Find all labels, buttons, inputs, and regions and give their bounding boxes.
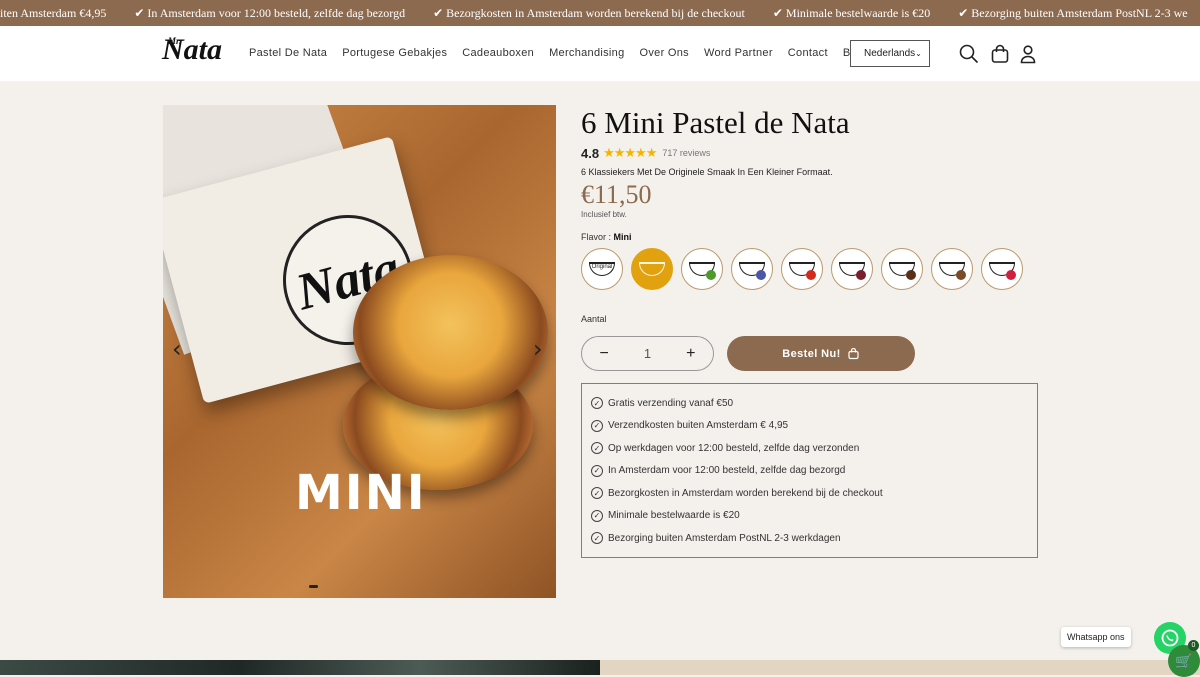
feature-text: Op werkdagen voor 12:00 besteld, zelfde … [608, 442, 860, 454]
product-info: 6 Mini Pastel de Nata 4.8 ★★★★★ 717 revi… [581, 105, 1041, 558]
pastel-image [353, 255, 548, 410]
flavor-accent-icon [956, 270, 966, 280]
rating-score: 4.8 [581, 145, 600, 161]
product-tagline: 6 Klassiekers Met De Originele Smaak In … [581, 167, 833, 177]
account-icon[interactable] [1017, 43, 1039, 65]
check-icon: ✓ [591, 397, 603, 410]
swatch-label: Original [591, 264, 613, 270]
logo-prefix: Mr. [168, 36, 182, 46]
feature-text: Gratis verzending vanaf €50 [608, 397, 734, 409]
flavor-swatch-apple[interactable] [781, 248, 823, 290]
flavor-accent-icon [806, 270, 816, 280]
search-icon[interactable] [958, 43, 980, 65]
check-icon: ✓ [591, 464, 603, 477]
star-rating-icon: ★★★★★ [603, 145, 657, 160]
announcement-ticker: iten Amsterdam €4,95 ✔ In Amsterdam voor… [0, 0, 1200, 26]
flavor-selected: Mini [613, 232, 632, 242]
ticker-item: iten Amsterdam €4,95 [0, 5, 107, 20]
flavor-swatches: Original [581, 248, 1041, 290]
flavor-swatch-coffee[interactable] [931, 248, 973, 290]
flavor-swatch-matcha[interactable] [681, 248, 723, 290]
flavor-accent-icon [706, 270, 716, 280]
nav-item-portugese-gebakjes[interactable]: Portugese Gebakjes [342, 47, 447, 59]
next-arrow-icon[interactable]: › [533, 335, 543, 363]
order-button[interactable]: Bestel Nu! [727, 336, 915, 371]
language-select[interactable]: Nederlands ⌄ [850, 40, 930, 67]
nav-item-word-partner[interactable]: Word Partner [704, 47, 773, 59]
minus-icon[interactable]: − [600, 345, 609, 363]
nav-item-contact[interactable]: Contact [788, 47, 828, 59]
nav-item-merchandising[interactable]: Merchandising [549, 47, 624, 59]
feature-text: Bezorgkosten in Amsterdam worden bereken… [608, 487, 883, 499]
flavor-accent-icon [756, 270, 766, 280]
check-icon: ✓ [591, 509, 603, 522]
ticker-item: ✔ Bezorgkosten in Amsterdam worden berek… [433, 5, 745, 20]
ticker-item: ✔ In Amsterdam voor 12:00 besteld, zelfd… [134, 5, 406, 20]
flavor-accent-icon [906, 270, 916, 280]
product-price: €11,50 [581, 180, 652, 209]
order-button-label: Bestel Nu! [782, 347, 841, 360]
flavor-accent-icon [856, 270, 866, 280]
list-item: ✓ Bezorgkosten in Amsterdam worden bereke… [591, 482, 1027, 505]
site-logo[interactable]: Mr. Nata [162, 35, 222, 65]
whatsapp-label[interactable]: Whatsapp ons [1061, 627, 1131, 647]
nav-item-over-ons[interactable]: Over Ons [640, 47, 689, 59]
flavor-swatch-original[interactable]: Original [581, 248, 623, 290]
site-header: Mr. Nata Pastel De Nata Portugese Gebakj… [0, 26, 1200, 81]
list-item: ✓ Bezorging buiten Amsterdam PostNL 2-3 w… [591, 527, 1027, 550]
vat-note: Inclusief btw. [581, 210, 627, 219]
feature-text: In Amsterdam voor 12:00 besteld, zelfde … [608, 465, 846, 477]
ticker-item: ✔ Bezorging buiten Amsterdam PostNL 2-3 … [958, 5, 1188, 20]
check-icon: ✓ [591, 442, 603, 455]
flavor-swatch-chocolate[interactable] [881, 248, 923, 290]
check-icon: ✓ [591, 532, 603, 545]
quantity-label: Aantal [581, 314, 607, 324]
bowl-icon [639, 262, 665, 276]
list-item: ✓ Op werkdagen voor 12:00 besteld, zelfde… [591, 437, 1027, 460]
list-item: ✓ Verzendkosten buiten Amsterdam € 4,95 [591, 415, 1027, 438]
nav-item-cadeauboxen[interactable]: Cadeauboxen [462, 47, 534, 59]
quantity-stepper[interactable]: − 1 + [581, 336, 714, 371]
bag-icon [848, 347, 859, 360]
cart-icon: 🛒 [1175, 652, 1193, 669]
quantity-value[interactable]: 1 [644, 346, 651, 361]
prev-arrow-icon[interactable]: ‹ [172, 335, 182, 363]
flavor-swatch-raspberry[interactable] [981, 248, 1023, 290]
product-image-gallery[interactable]: Nata MINI ‹ › [163, 105, 556, 598]
flavor-label-text: Flavor : [581, 232, 612, 242]
footer-image-right [600, 660, 1200, 675]
carousel-dot[interactable] [309, 585, 318, 588]
rating-row[interactable]: 4.8 ★★★★★ 717 reviews [581, 145, 1041, 161]
product-title: 6 Mini Pastel de Nata [581, 105, 850, 140]
flavor-accent-icon [1006, 270, 1016, 280]
check-icon: ✓ [591, 487, 603, 500]
purchase-row: − 1 + Bestel Nu! [581, 336, 1041, 371]
plus-icon[interactable]: + [686, 345, 695, 363]
chevron-down-icon: ⌄ [915, 49, 922, 58]
review-count[interactable]: 717 reviews [662, 148, 710, 158]
ticker-item: ✔ Minimale bestelwaarde is €20 [772, 5, 931, 20]
bag-icon[interactable] [989, 43, 1011, 65]
whatsapp-icon [1161, 629, 1179, 647]
feature-text: Minimale bestelwaarde is €20 [608, 510, 740, 522]
main-nav: Pastel De Nata Portugese Gebakjes Cadeau… [249, 47, 866, 59]
list-item: ✓ Gratis verzending vanaf €50 [591, 392, 1027, 415]
feature-text: Verzendkosten buiten Amsterdam € 4,95 [608, 420, 789, 432]
cart-count-badge: 0 [1188, 640, 1199, 651]
flavor-swatch-port-wine[interactable] [831, 248, 873, 290]
flavor-swatch-blueberry[interactable] [731, 248, 773, 290]
language-value: Nederlands [864, 48, 916, 59]
gallery-overlay-text: MINI [295, 465, 427, 521]
flavor-label: Flavor : Mini [581, 232, 1041, 242]
check-icon: ✓ [591, 419, 603, 432]
feature-text: Bezorging buiten Amsterdam PostNL 2-3 we… [608, 532, 841, 544]
shipping-features: ✓ Gratis verzending vanaf €50 ✓ Verzendkos… [581, 383, 1038, 558]
flavor-swatch-mini[interactable] [631, 248, 673, 290]
footer-image-left [0, 660, 600, 675]
list-item: ✓ Minimale bestelwaarde is €20 [591, 505, 1027, 528]
nav-item-pastel-de-nata[interactable]: Pastel De Nata [249, 47, 327, 59]
list-item: ✓ In Amsterdam voor 12:00 besteld, zelfde… [591, 460, 1027, 483]
